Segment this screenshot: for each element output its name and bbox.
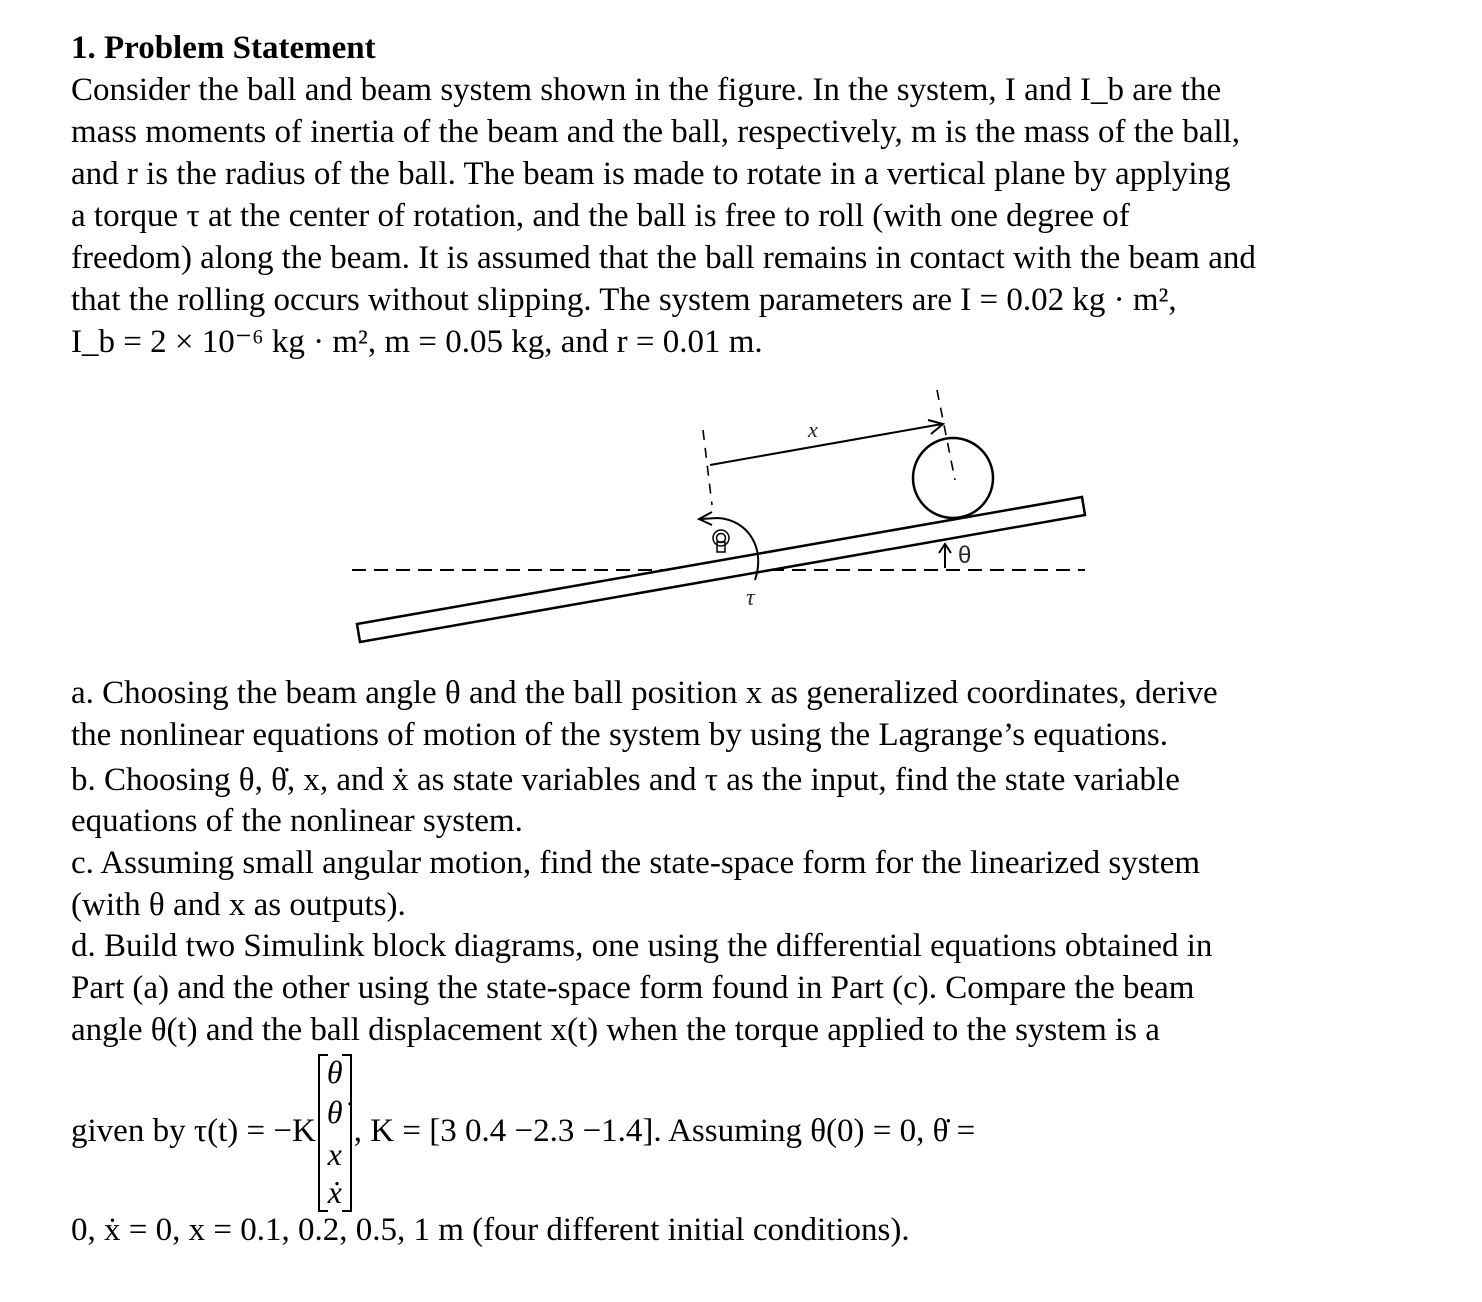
gain-and-initial-conditions: , K = [3 0.4 −2.3 −1.4]. Assuming θ(0) =…: [353, 1113, 976, 1149]
pivot-reference-line: [702, 429, 713, 506]
state-theta: θ: [326, 1054, 343, 1091]
ball-reference-line: [936, 389, 956, 481]
theta-label: θ: [958, 542, 971, 569]
state-x: x: [327, 1136, 342, 1173]
part-d-line: angle θ(t) and the ball displacement x(t…: [71, 1012, 1160, 1048]
state-x-dot: ẋ: [327, 1174, 342, 1211]
part-c-line: (with θ and x as outputs).: [71, 887, 406, 923]
initial-conditions-line: 0, ẋ = 0, x = 0.1, 0.2, 0.5, 1 m (four d…: [71, 1212, 910, 1248]
part-a-line: a. Choosing the beam angle θ and the bal…: [71, 675, 1218, 711]
state-theta-dot: θ̇: [326, 1094, 343, 1131]
ball-beam-figure: x τ θ: [352, 389, 1087, 644]
part-d-line: Part (a) and the other using the state-s…: [71, 970, 1195, 1006]
control-law-line: given by τ(t) = −K θ θ̇ x ẋ , K = [3 0.4…: [71, 1052, 976, 1213]
part-b-line: equations of the nonlinear system.: [71, 803, 523, 839]
part-a-line: the nonlinear equations of motion of the…: [71, 717, 1169, 753]
x-dimension-line: [709, 423, 943, 466]
pivot-icon: [712, 529, 730, 547]
part-b-line: b. Choosing θ, θ̇, x, and ẋ as state var…: [71, 762, 1180, 798]
part-c-line: c. Assuming small angular motion, find t…: [71, 845, 1201, 881]
tau-label: τ: [746, 585, 756, 611]
part-d-line: d. Build two Simulink block diagrams, on…: [71, 928, 1213, 964]
ball: [911, 436, 995, 520]
x-label: x: [807, 417, 818, 442]
state-vector-matrix: θ θ̇ x ẋ: [317, 1054, 352, 1213]
control-law-prefix: given by τ(t) = −K: [71, 1113, 316, 1149]
